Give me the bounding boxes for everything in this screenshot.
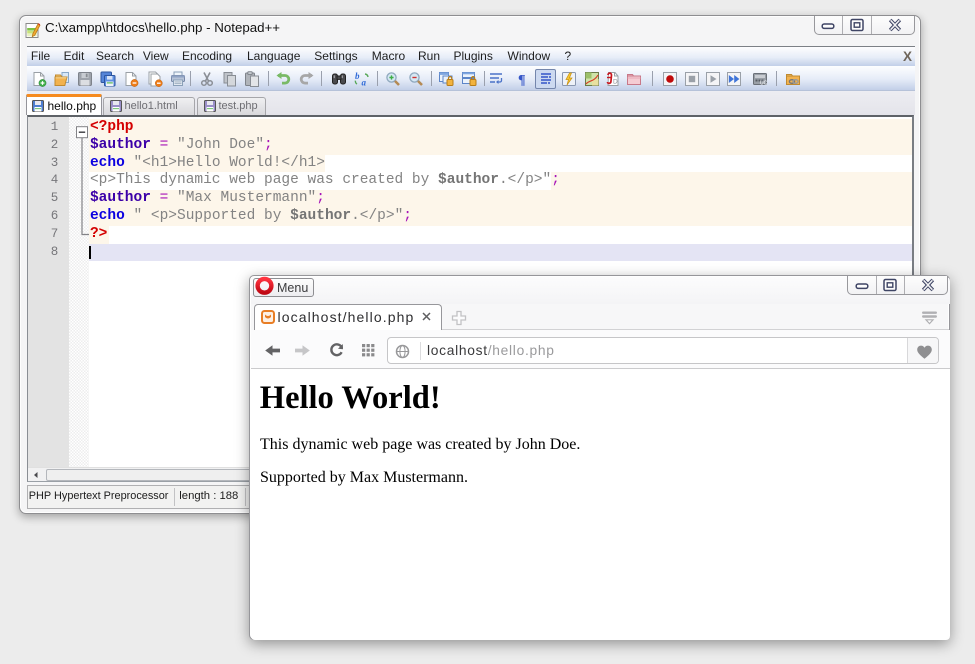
- svg-text:a: a: [361, 77, 366, 87]
- svg-text:¶: ¶: [518, 73, 526, 87]
- svg-text:UC: UC: [760, 80, 768, 86]
- svg-text:D: D: [613, 78, 618, 85]
- svg-text:b: b: [355, 71, 360, 81]
